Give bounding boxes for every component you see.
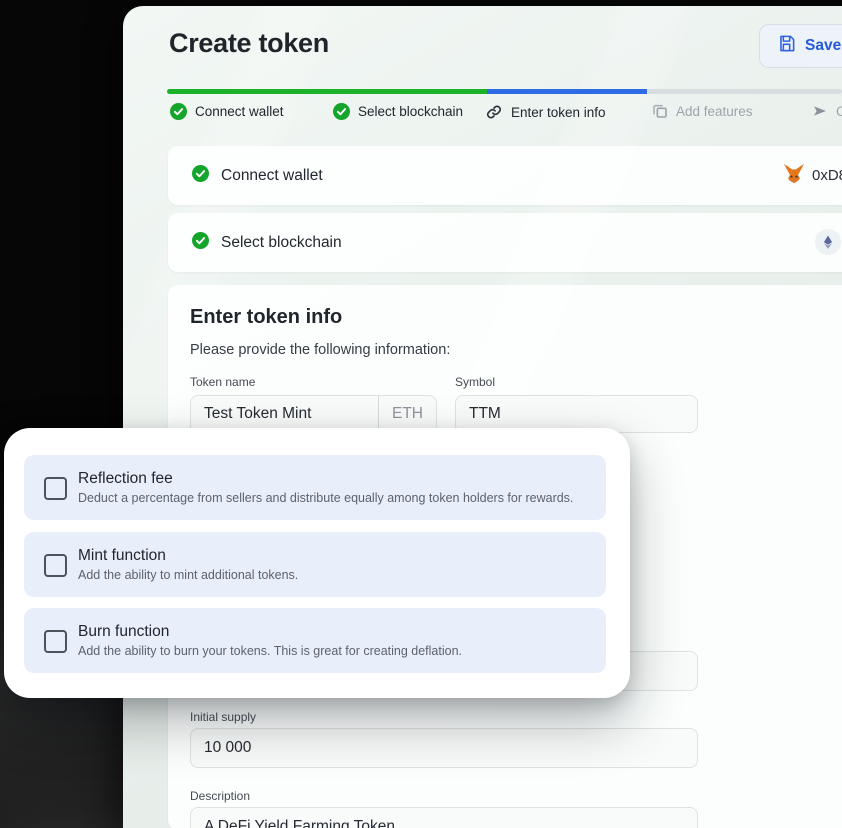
feature-description: Add the ability to burn your tokens. Thi… — [78, 644, 462, 658]
wallet-address: 0xD8 — [812, 167, 842, 184]
step-label: C — [836, 104, 842, 119]
check-circle-icon — [333, 103, 350, 120]
token-name-input[interactable] — [204, 405, 368, 423]
description-field-wrap — [190, 807, 698, 828]
step-enter-token-info[interactable]: Enter token info — [485, 103, 606, 121]
token-info-title: Enter token info — [190, 306, 342, 329]
progress-bar — [167, 89, 842, 94]
check-circle-icon — [170, 103, 187, 120]
initial-supply-field-wrap — [190, 728, 698, 768]
step-create[interactable]: C — [812, 103, 842, 119]
step-label: Connect wallet — [195, 104, 284, 119]
description-label: Description — [190, 789, 250, 803]
section-connect-wallet[interactable]: Connect wallet 0xD8 — [168, 146, 842, 205]
feature-description: Deduct a percentage from sellers and dis… — [78, 491, 573, 505]
step-label: Select blockchain — [358, 104, 463, 119]
token-name-label: Token name — [190, 375, 255, 389]
initial-supply-input[interactable] — [204, 739, 684, 757]
burn-function-checkbox[interactable] — [44, 630, 67, 653]
feature-title: Burn function — [78, 623, 169, 641]
section-select-blockchain[interactable]: Select blockchain — [168, 213, 842, 272]
step-label: Enter token info — [511, 105, 606, 120]
check-circle-icon — [192, 232, 209, 254]
check-circle-icon — [192, 165, 209, 187]
feature-title: Reflection fee — [78, 470, 173, 488]
step-select-blockchain[interactable]: Select blockchain — [333, 103, 463, 120]
feature-mint-function[interactable]: Mint function Add the ability to mint ad… — [24, 532, 606, 597]
progress-active-segment — [487, 89, 647, 94]
arrow-icon — [812, 103, 828, 119]
step-label: Add features — [676, 104, 753, 119]
mint-function-checkbox[interactable] — [44, 554, 67, 577]
connected-wallet: 0xD8 — [783, 146, 842, 205]
save-button[interactable]: Save & — [759, 24, 842, 68]
step-connect-wallet[interactable]: Connect wallet — [170, 103, 284, 120]
create-token-window: Create token Save & Connect wallet Selec… — [123, 6, 842, 828]
step-add-features[interactable]: Add features — [652, 103, 753, 119]
description-input[interactable] — [204, 818, 684, 828]
token-info-subtitle: Please provide the following information… — [190, 342, 450, 358]
progress-complete-segment — [167, 89, 487, 94]
token-name-suffix: ETH — [378, 396, 423, 432]
ethereum-icon — [815, 229, 841, 255]
floppy-disk-icon — [777, 34, 796, 58]
reflection-fee-checkbox[interactable] — [44, 477, 67, 500]
feature-description: Add the ability to mint additional token… — [78, 568, 298, 582]
copy-icon — [652, 103, 668, 119]
section-title: Connect wallet — [221, 167, 323, 185]
symbol-label: Symbol — [455, 375, 495, 389]
initial-supply-label: Initial supply — [190, 710, 256, 724]
page-title: Create token — [169, 28, 329, 59]
section-title: Select blockchain — [221, 234, 342, 252]
metamask-fox-icon — [783, 162, 805, 189]
progress-remaining-segment — [647, 89, 842, 94]
save-button-label: Save & — [805, 37, 842, 55]
features-popover: Reflection fee Deduct a percentage from … — [4, 428, 630, 698]
feature-burn-function[interactable]: Burn function Add the ability to burn yo… — [24, 608, 606, 673]
link-icon — [485, 103, 503, 121]
feature-title: Mint function — [78, 547, 166, 565]
symbol-input[interactable] — [469, 405, 684, 423]
feature-reflection-fee[interactable]: Reflection fee Deduct a percentage from … — [24, 455, 606, 520]
